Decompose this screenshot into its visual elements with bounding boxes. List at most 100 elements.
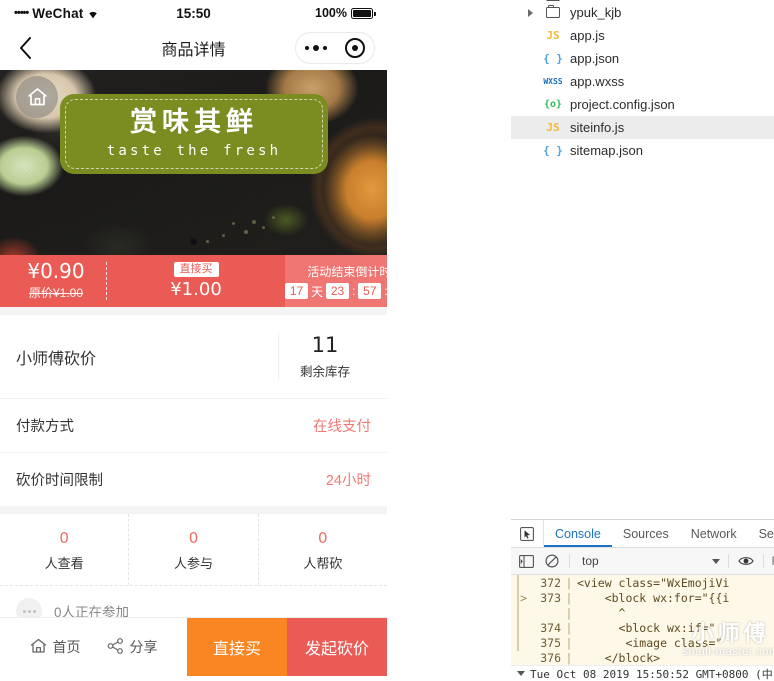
live-expression-eye-icon[interactable]	[737, 553, 755, 569]
console-line: | ^	[511, 605, 774, 620]
banner-title-cn: 赏味其鲜	[130, 109, 258, 136]
signal-dots-icon: •••••	[14, 7, 28, 19]
row-payment-method-label: 付款方式	[16, 415, 74, 436]
bottom-share-label: 分享	[130, 637, 158, 657]
kanjia-price-block: ¥0.90 原价¥1.00	[0, 261, 106, 301]
json-file-icon: { }	[542, 144, 564, 157]
wechat-capsule-menu[interactable]	[295, 32, 375, 64]
phone-simulator: ••••• WeChat 15:50 100% 商品详情	[0, 0, 387, 676]
direct-buy-button[interactable]: 直接买	[187, 618, 287, 676]
tree-item-siteinfo-js[interactable]: JS siteinfo.js	[511, 116, 774, 139]
row-time-limit-value: 24小时	[326, 469, 371, 490]
console-toolbar: top F	[511, 548, 774, 575]
clear-console-icon[interactable]	[543, 553, 561, 569]
console-line: 374 | <block wx:if="	[511, 620, 774, 635]
price-bar-left: ¥0.90 原价¥1.00 直接买 ¥1.00	[0, 255, 285, 307]
console-line-pipe: |	[561, 651, 577, 665]
row-payment-method-value: 在线支付	[313, 415, 371, 436]
stat-helpers-label: 人帮砍	[303, 553, 342, 572]
row-time-limit[interactable]: 砍价时间限制 24小时	[0, 452, 387, 506]
battery-percent-label: 100%	[315, 6, 347, 20]
bottom-share-button[interactable]: 分享	[107, 637, 158, 657]
home-icon[interactable]	[16, 76, 58, 118]
console-sidebar-icon[interactable]	[517, 553, 535, 569]
console-line-number: 372	[527, 576, 561, 590]
stock-block: 11 剩余库存	[278, 333, 371, 380]
stat-participants-number: 0	[189, 529, 199, 547]
countdown-minutes: 57	[358, 283, 381, 299]
tree-item-project-config-json-label: project.config.json	[570, 97, 675, 112]
console-line-number: 375	[527, 636, 561, 650]
chevron-down-icon[interactable]	[712, 559, 720, 564]
battery-icon	[351, 8, 373, 19]
target-circle-icon[interactable]	[345, 38, 365, 58]
toolbar-divider	[569, 554, 570, 568]
background-gap	[387, 0, 511, 676]
tree-item-app-json[interactable]: { } app.json	[511, 47, 774, 70]
countdown-days-unit: 天	[311, 283, 323, 300]
tree-item-ypuk_kjb[interactable]: ypuk_kjb	[511, 1, 774, 24]
config-file-icon: {o}	[542, 99, 564, 110]
console-line-pipe: |	[561, 621, 577, 635]
console-line: 372 | <view class="WxEmojiVi	[511, 575, 774, 590]
console-line-code: </block>	[577, 651, 660, 665]
bottom-home-button[interactable]: 首页	[30, 637, 81, 657]
expand-triangle-icon[interactable]	[517, 671, 525, 676]
stat-views-label: 人查看	[45, 553, 84, 572]
js-file-icon: JS	[542, 29, 564, 42]
banner-dots-indicator[interactable]	[0, 238, 387, 245]
console-line: 376 | </block>	[511, 650, 774, 665]
banner-dot[interactable]	[190, 238, 197, 245]
status-bar-left: ••••• WeChat	[14, 6, 99, 21]
tab-sources[interactable]: Sources	[612, 520, 680, 547]
price-bar: ¥0.90 原价¥1.00 直接买 ¥1.00 活动结束倒计时 17 天 23 …	[0, 255, 387, 307]
console-line-gutter: >	[511, 591, 527, 605]
console-line-pipe: |	[561, 591, 577, 605]
console-message-bar	[517, 575, 519, 651]
console-line-pipe: |	[561, 636, 577, 650]
countdown-hours: 23	[326, 283, 349, 299]
countdown-title: 活动结束倒计时	[307, 263, 387, 280]
carrier-label: WeChat	[32, 6, 83, 21]
countdown-sep-1: :	[352, 284, 355, 298]
row-payment-method[interactable]: 付款方式 在线支付	[0, 398, 387, 452]
inspect-cursor-icon[interactable]	[511, 520, 544, 547]
console-line-code: <block wx:if="	[577, 621, 715, 635]
tree-item-wcf-label: wcf	[570, 0, 590, 3]
countdown-block: 活动结束倒计时 17 天 23 : 57 : 4	[285, 255, 387, 307]
direct-buy-badge: 直接买	[174, 262, 219, 278]
tab-network[interactable]: Network	[680, 520, 748, 547]
tree-item-app-wxss[interactable]: WXSS app.wxss	[511, 70, 774, 93]
screen-root: ••••• WeChat 15:50 100% 商品详情	[0, 0, 774, 676]
console-line-code: ^	[577, 606, 625, 620]
js-file-icon: JS	[542, 121, 564, 134]
bottom-home-label: 首页	[53, 637, 81, 657]
tree-item-sitemap-json-label: sitemap.json	[570, 143, 643, 158]
devtools-panel: wcf ypuk_kjb JS app.js { } app.json WXSS…	[511, 0, 774, 676]
share-icon	[107, 638, 124, 657]
status-bar-right: 100%	[315, 6, 373, 20]
tab-console[interactable]: Console	[544, 520, 612, 547]
stat-participants: 0 人参与	[129, 514, 258, 585]
bottom-left-actions: 首页 分享	[0, 618, 187, 676]
toolbar-divider-3	[763, 554, 764, 568]
banner-title-card: 赏味其鲜 taste the fresh	[60, 94, 328, 174]
chevron-right-icon[interactable]	[525, 9, 536, 17]
tree-item-app-js[interactable]: JS app.js	[511, 24, 774, 47]
tree-item-ypuk_kjb-label: ypuk_kjb	[570, 5, 621, 20]
countdown-row: 17 天 23 : 57 : 4	[285, 283, 387, 300]
back-button[interactable]	[12, 35, 38, 61]
more-dots-icon[interactable]	[305, 45, 328, 52]
console-line-code: <block wx:for="{{i	[577, 591, 729, 605]
banner-title-en: taste the fresh	[107, 143, 281, 159]
product-info-card: 小师傅砍价 11 剩余库存 付款方式 在线支付 砍价时间限制 24小时	[0, 315, 387, 506]
start-kanjia-button[interactable]: 发起砍价	[287, 618, 387, 676]
tree-item-sitemap-json[interactable]: { } sitemap.json	[511, 139, 774, 162]
console-line-code: <image class="	[577, 636, 722, 650]
tree-item-project-config-json[interactable]: {o} project.config.json	[511, 93, 774, 116]
console-context-selector[interactable]: top	[578, 554, 599, 568]
tab-security[interactable]: Se	[748, 520, 774, 547]
original-price: 原价¥1.00	[6, 284, 106, 301]
wifi-icon	[87, 8, 99, 19]
console-footer-entry[interactable]: Tue Oct 08 2019 15:50:52 GMT+0800 (中	[511, 665, 774, 681]
